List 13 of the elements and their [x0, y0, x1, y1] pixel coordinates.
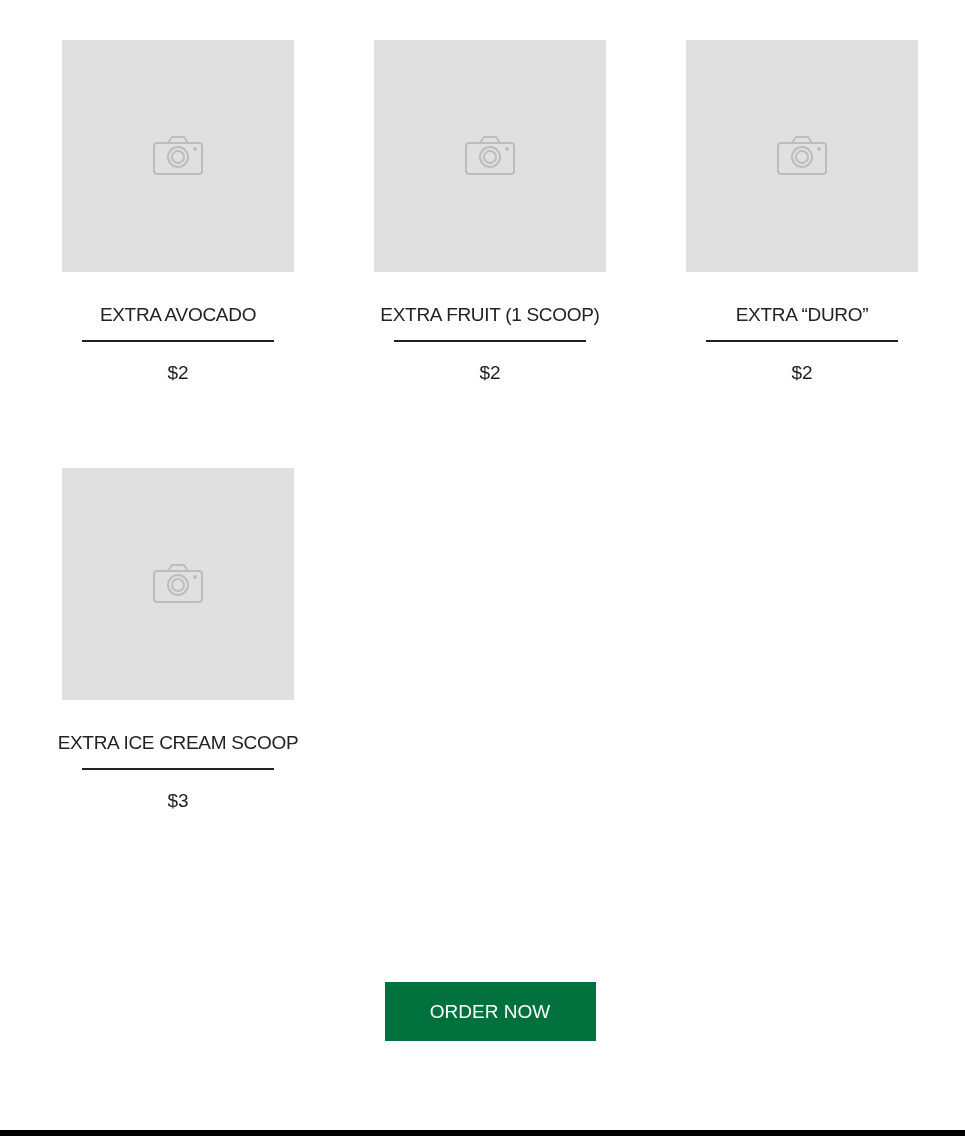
product-name: EXTRA “DURO”: [735, 304, 869, 326]
product-price: $2: [167, 362, 189, 384]
product-name: EXTRA ICE CREAM SCOOP: [57, 732, 299, 754]
camera-icon: [153, 136, 203, 176]
product-price: $3: [167, 790, 189, 812]
product-price: $2: [791, 362, 813, 384]
product-name: EXTRA AVOCADO: [99, 304, 257, 326]
order-button[interactable]: ORDER NOW: [384, 982, 596, 1041]
camera-icon: [777, 136, 827, 176]
product-price: $2: [479, 362, 501, 384]
camera-icon: [465, 136, 515, 176]
camera-icon: [153, 564, 203, 604]
product-name: EXTRA FRUIT (1 SCOOP): [380, 304, 600, 326]
